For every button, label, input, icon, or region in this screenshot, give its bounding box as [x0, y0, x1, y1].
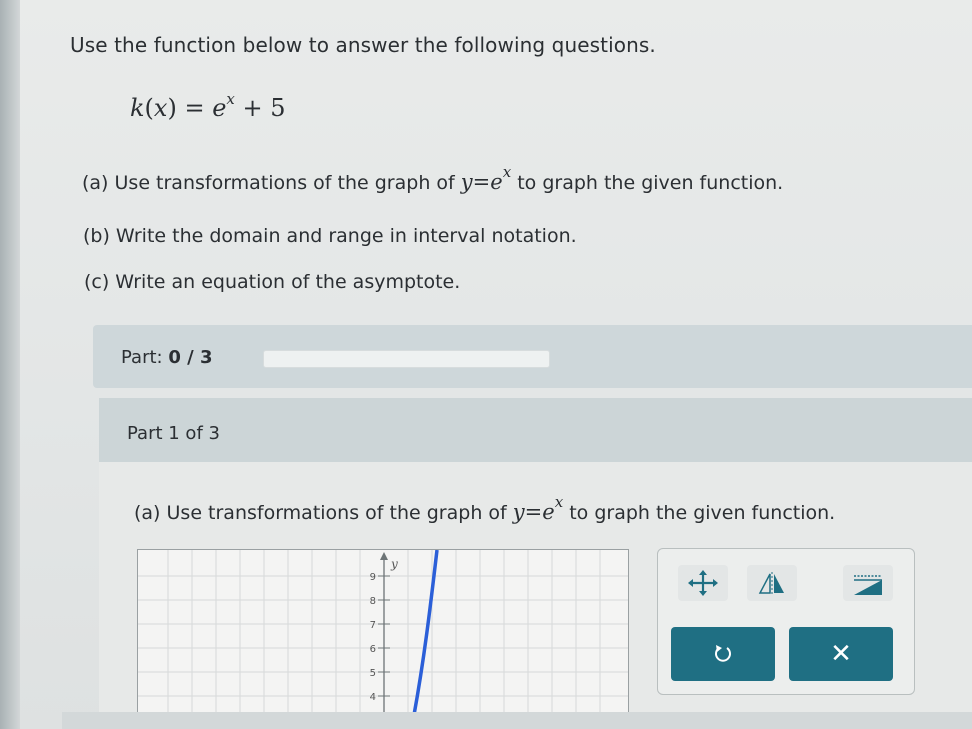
intro-text: Use the function below to answer the fol…: [70, 33, 656, 57]
stretch-icon: [854, 575, 882, 595]
graph-tools-panel: ✕: [657, 548, 915, 695]
question-a: (a) Use transformations of the graph of …: [82, 163, 784, 194]
move-tool-button[interactable]: [678, 565, 728, 601]
progress-track: [263, 350, 550, 368]
question-b: (b) Write the domain and range in interv…: [83, 225, 577, 247]
part-heading-bar: Part 1 of 3: [99, 398, 972, 462]
part-heading: Part 1 of 3: [127, 423, 220, 444]
move-arrows-icon: [688, 570, 718, 596]
y-axis-arrow-icon: [380, 552, 388, 560]
y-tick-9: 9: [370, 572, 376, 583]
graph-svg[interactable]: y 9 8 7 6 5 4: [138, 550, 628, 715]
reflect-tool-button[interactable]: [747, 565, 797, 601]
y-tick-7: 7: [370, 620, 376, 631]
y-tick-4: 4: [370, 692, 376, 703]
clear-button[interactable]: ✕: [789, 627, 893, 681]
close-icon: ✕: [830, 639, 852, 669]
undo-icon: [715, 645, 731, 662]
sub-question-a: (a) Use transformations of the graph of …: [134, 493, 836, 524]
graph-canvas[interactable]: y 9 8 7 6 5 4: [137, 549, 629, 716]
reflect-triangles-icon: [758, 572, 784, 595]
y-tick-6: 6: [370, 644, 376, 655]
bottom-divider: [62, 712, 972, 729]
part-progress-bar: Part: 0 / 3: [93, 325, 972, 388]
left-edge-strip: [0, 0, 20, 729]
y-tick-5: 5: [370, 668, 376, 679]
function-formula: k(x) = ex + 5: [130, 90, 286, 122]
y-axis-label: y: [390, 557, 398, 571]
part-progress-label: Part: 0 / 3: [121, 347, 213, 368]
function-curve[interactable]: [412, 550, 439, 715]
question-c: (c) Write an equation of the asymptote.: [84, 271, 461, 293]
stretch-tool-button[interactable]: [843, 565, 893, 601]
undo-button[interactable]: [671, 627, 775, 681]
y-tick-8: 8: [370, 596, 376, 607]
